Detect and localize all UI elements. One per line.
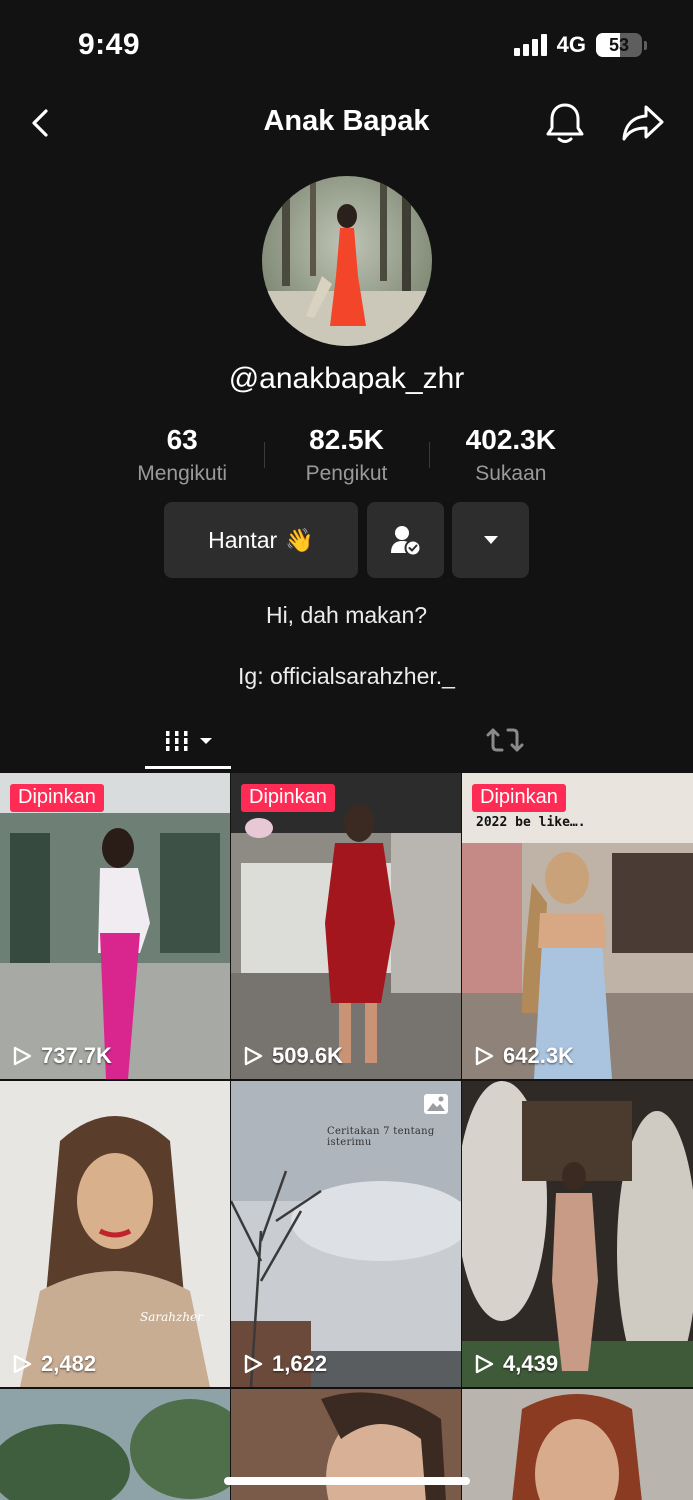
home-indicator[interactable] [224,1477,470,1485]
play-icon [13,1046,32,1066]
wave-emoji: 👋 [285,526,314,553]
battery-level: 53 [608,34,630,55]
avatar[interactable] [262,176,432,346]
user-check-icon [390,526,421,557]
thumbnail-image [231,773,461,1079]
grid-columns-icon [166,731,188,751]
view-count-text: 2,482 [41,1351,97,1376]
stat-following[interactable]: 63 Mengikuti [100,424,264,492]
bell-icon[interactable] [543,100,587,146]
video-thumbnail[interactable]: Sarahzher 2,482 [0,1081,230,1387]
back-icon[interactable] [22,103,62,143]
signal-icon [513,34,547,56]
thumbnail-image [0,1389,230,1500]
nav-bar: Anak Bapak [0,95,693,151]
view-count: 1,622 [242,1351,327,1377]
page-title: Anak Bapak [263,105,430,137]
status-time: 9:49 [78,28,141,61]
video-thumbnail[interactable]: Dipinkan 2022 be like…. 642.3K [462,773,693,1079]
pinned-badge: Dipinkan [472,784,566,812]
play-icon [475,1354,494,1374]
photo-icon [424,1094,448,1114]
stat-value: 82.5K [309,424,384,455]
video-grid: Dipinkan 737.7K Dipinkan 509.6K Dipinkan… [0,773,693,1500]
play-icon [244,1046,263,1066]
suggested-accounts-button[interactable] [452,502,529,578]
profile-stats: 63 Mengikuti 82.5K Pengikut 402.3K Sukaa… [100,424,593,492]
bio-line: Hi, dah makan? [265,602,428,628]
view-count: 2,482 [11,1351,96,1377]
video-caption: Ceritakan 7 tentang isterimu [327,1126,435,1148]
stat-label: Mengikuti [137,462,228,485]
repost-icon[interactable] [485,720,525,760]
stat-value: 63 [166,424,198,455]
view-count-text: 642.3K [503,1043,574,1068]
video-thumbnail[interactable]: Dipinkan 737.7K [0,773,230,1079]
caret-down-icon [200,738,212,744]
caret-down-icon [483,536,498,544]
active-tab-indicator [145,766,231,769]
stat-value: 402.3K [465,424,556,455]
watermark: Sarahzher [140,1310,204,1324]
tab-videos[interactable] [145,712,231,770]
play-icon [13,1354,32,1374]
network-type: 4G [556,32,586,57]
view-count-text: 4,439 [503,1351,559,1376]
view-count: 4,439 [473,1351,558,1377]
view-count-text: 509.6K [272,1043,343,1068]
video-thumbnail[interactable] [462,1389,693,1500]
video-thumbnail[interactable]: 4,439 [462,1081,693,1387]
pinned-badge: Dipinkan [241,784,335,812]
video-thumbnail[interactable] [0,1389,230,1500]
thumbnail-image [462,1389,693,1500]
play-icon [475,1046,494,1066]
following-button[interactable] [367,502,444,578]
thumbnail-image [0,773,230,1079]
stat-followers[interactable]: 82.5K Pengikut [264,424,428,492]
stat-label: Sukaan [475,462,547,485]
view-count-text: 1,622 [272,1351,328,1376]
view-count: 642.3K [473,1043,574,1069]
thumbnail-image [462,1081,693,1387]
view-count: 737.7K [11,1043,112,1069]
bio-line: Ig: officialsarahzher._ [238,663,455,689]
send-message-button[interactable]: Hantar 👋 [164,502,358,578]
pinned-badge: Dipinkan [10,784,104,812]
view-count-text: 737.7K [41,1043,112,1068]
battery-icon: 53 [596,33,642,57]
username: @anakbapak_zhr [228,362,465,395]
battery-tip [644,40,647,50]
thumbnail-image: Sarahzher [0,1081,230,1387]
share-icon[interactable] [620,101,666,145]
play-icon [244,1354,263,1374]
view-count: 509.6K [242,1043,343,1069]
content-tabs [0,712,693,772]
status-indicators: 4G 53 [513,32,647,58]
video-caption: 2022 be like…. [476,815,586,830]
video-thumbnail[interactable]: Ceritakan 7 tentang isterimu 1,622 [231,1081,461,1387]
stat-likes[interactable]: 402.3K Sukaan [428,424,593,492]
stat-label: Pengikut [305,462,388,485]
video-thumbnail[interactable]: Dipinkan 509.6K [231,773,461,1079]
status-bar: 9:49 4G 53 [0,0,693,90]
send-label: Hantar [208,526,278,553]
